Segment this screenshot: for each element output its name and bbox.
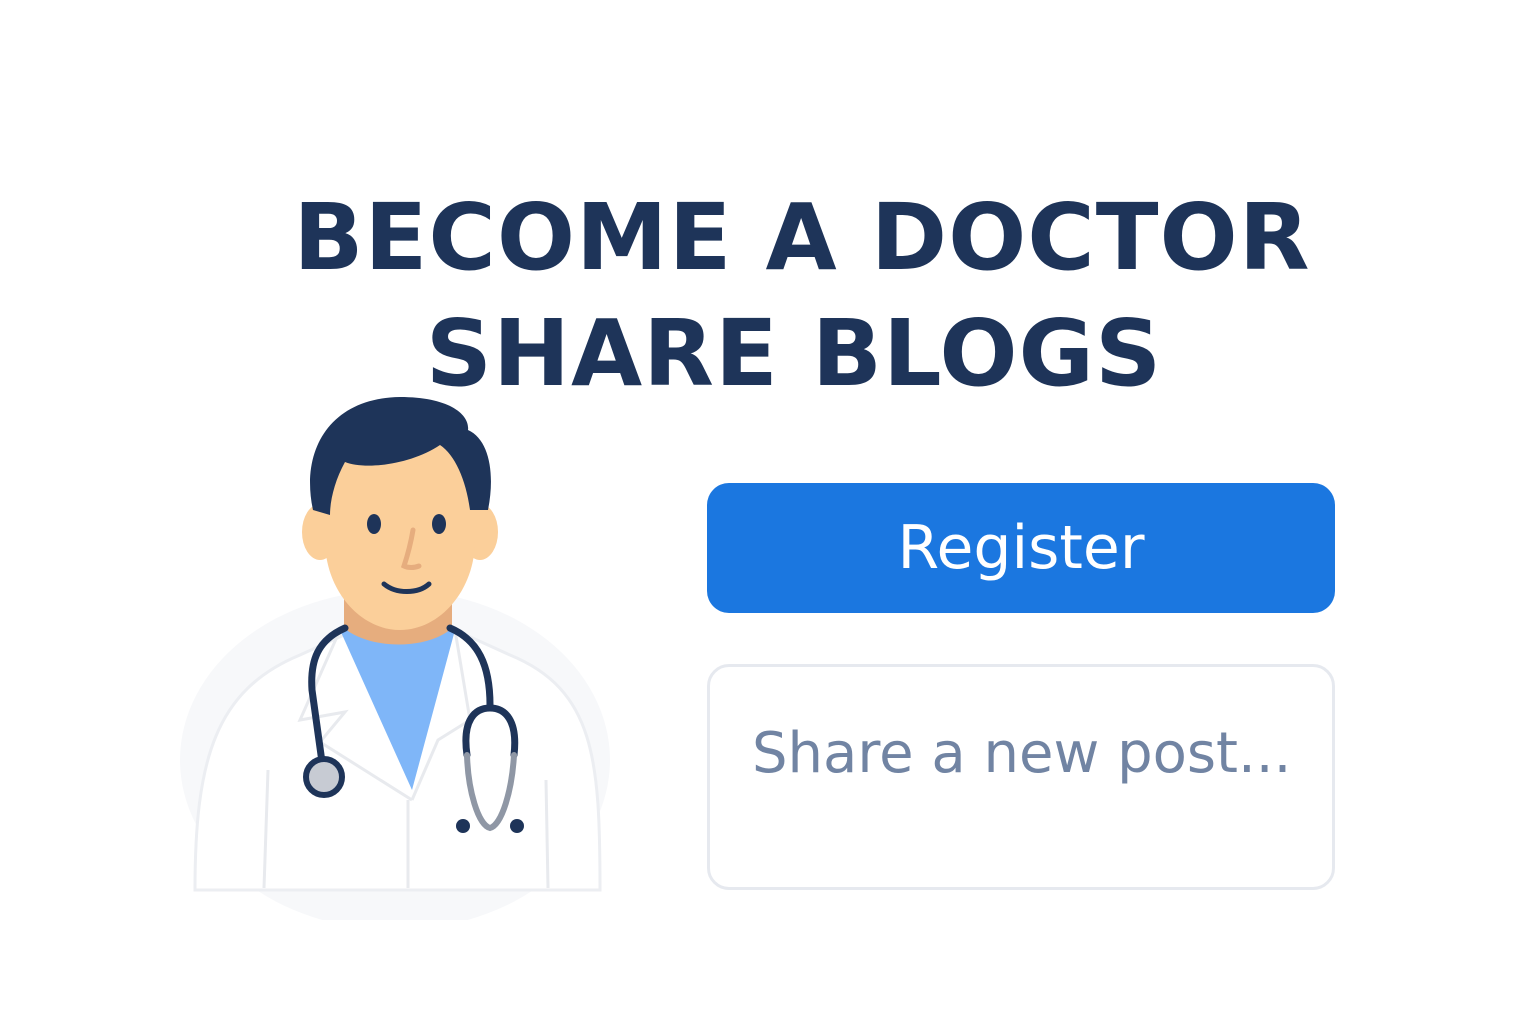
stethoscope-chestpiece: [303, 756, 345, 798]
share-post-input[interactable]: [752, 713, 1312, 793]
headline-line-1: BECOME A DOCTOR: [293, 183, 1311, 291]
stethoscope-tip-left: [456, 819, 470, 833]
share-post-box[interactable]: [707, 664, 1335, 890]
stethoscope-tip-right: [510, 819, 524, 833]
doctor-illustration: [160, 380, 620, 930]
register-button[interactable]: Register: [707, 483, 1335, 613]
coat-fold-right: [544, 779, 550, 889]
headline: BECOME A DOCTOR SHARE BLOGS: [0, 180, 1536, 412]
right-eye: [432, 514, 446, 534]
doctor-with-stethoscope-icon: [180, 397, 610, 930]
left-eye: [367, 514, 381, 534]
